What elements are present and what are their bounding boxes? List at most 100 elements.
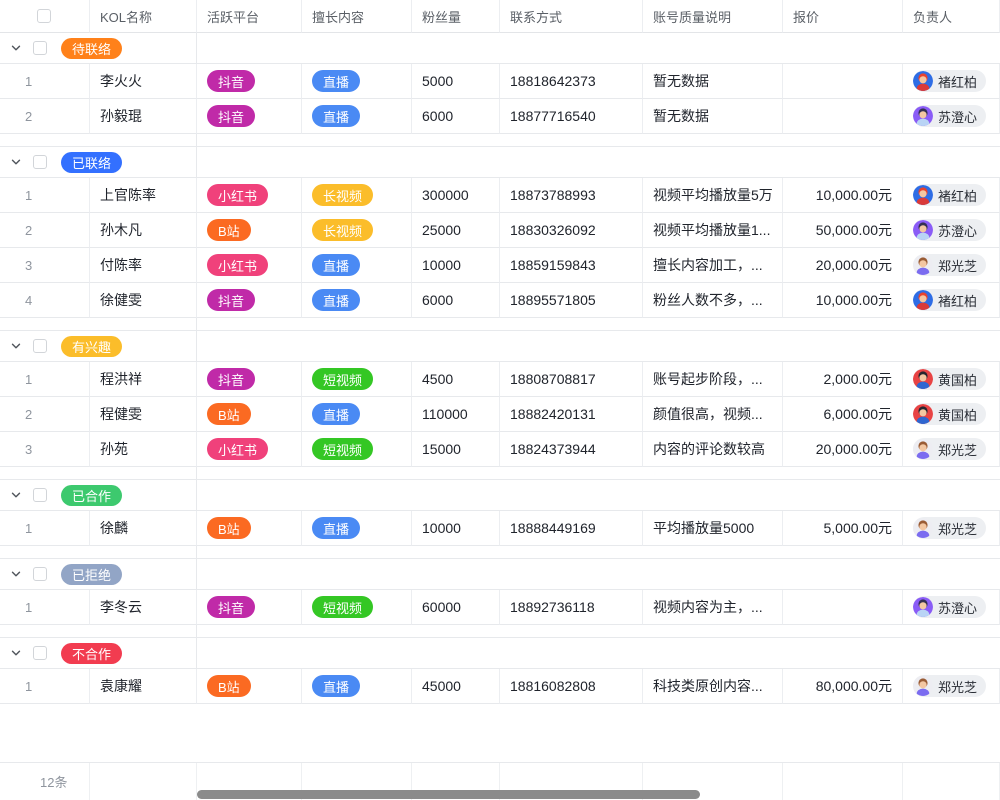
platform-cell[interactable]: B站 xyxy=(197,511,302,546)
contact-cell[interactable]: 18892736118 xyxy=(500,590,643,625)
owner-cell[interactable]: 黄国柏 xyxy=(903,397,1000,432)
quality-cell[interactable]: 内容的评论数较高 xyxy=(643,432,783,467)
content-cell[interactable]: 直播 xyxy=(302,397,412,432)
content-cell[interactable]: 长视频 xyxy=(302,213,412,248)
kol-name-cell[interactable]: 付陈率 xyxy=(90,248,197,283)
content-cell[interactable]: 直播 xyxy=(302,283,412,318)
fans-cell[interactable]: 4500 xyxy=(412,362,500,397)
column-header-contact[interactable]: 联系方式 xyxy=(500,0,643,33)
chevron-down-icon[interactable] xyxy=(8,156,24,168)
kol-name-cell[interactable]: 徐健雯 xyxy=(90,283,197,318)
price-cell[interactable] xyxy=(783,590,903,625)
owner-cell[interactable]: 褚红柏 xyxy=(903,283,1000,318)
contact-cell[interactable]: 18824373944 xyxy=(500,432,643,467)
owner-cell[interactable]: 褚红柏 xyxy=(903,178,1000,213)
chevron-down-icon[interactable] xyxy=(8,568,24,580)
fans-cell[interactable]: 10000 xyxy=(412,248,500,283)
column-header-fans[interactable]: 粉丝量 xyxy=(412,0,500,33)
contact-cell[interactable]: 18877716540 xyxy=(500,99,643,134)
fans-cell[interactable]: 25000 xyxy=(412,213,500,248)
quality-cell[interactable]: 粉丝人数不多，... xyxy=(643,283,783,318)
quality-cell[interactable]: 擅长内容加工，... xyxy=(643,248,783,283)
group-header-已拒绝[interactable]: 已拒绝 xyxy=(0,559,1000,590)
platform-cell[interactable]: 小红书 xyxy=(197,432,302,467)
price-cell[interactable] xyxy=(783,99,903,134)
quality-cell[interactable]: 颜值很高，视频... xyxy=(643,397,783,432)
content-cell[interactable]: 直播 xyxy=(302,248,412,283)
content-cell[interactable]: 短视频 xyxy=(302,590,412,625)
kol-name-cell[interactable]: 徐麟 xyxy=(90,511,197,546)
select-all-checkbox[interactable] xyxy=(37,9,51,23)
chevron-down-icon[interactable] xyxy=(8,340,24,352)
owner-cell[interactable]: 苏澄心 xyxy=(903,213,1000,248)
owner-cell[interactable]: 郑光芝 xyxy=(903,511,1000,546)
platform-cell[interactable]: 抖音 xyxy=(197,99,302,134)
kol-name-cell[interactable]: 程健雯 xyxy=(90,397,197,432)
fans-cell[interactable]: 110000 xyxy=(412,397,500,432)
contact-cell[interactable]: 18859159843 xyxy=(500,248,643,283)
contact-cell[interactable]: 18818642373 xyxy=(500,64,643,99)
platform-cell[interactable]: 抖音 xyxy=(197,590,302,625)
quality-cell[interactable]: 暂无数据 xyxy=(643,64,783,99)
column-header-kol-name[interactable]: KOL名称 xyxy=(90,0,197,33)
content-cell[interactable]: 直播 xyxy=(302,64,412,99)
column-header-owner[interactable]: 负责人 xyxy=(903,0,1000,33)
column-header-platform[interactable]: 活跃平台 xyxy=(197,0,302,33)
chevron-down-icon[interactable] xyxy=(8,647,24,659)
owner-cell[interactable]: 郑光芝 xyxy=(903,248,1000,283)
price-cell[interactable]: 2,000.00元 xyxy=(783,362,903,397)
price-cell[interactable]: 6,000.00元 xyxy=(783,397,903,432)
content-cell[interactable]: 直播 xyxy=(302,99,412,134)
horizontal-scrollbar[interactable] xyxy=(197,790,700,799)
price-cell[interactable]: 50,000.00元 xyxy=(783,213,903,248)
owner-cell[interactable]: 苏澄心 xyxy=(903,99,1000,134)
fans-cell[interactable]: 5000 xyxy=(412,64,500,99)
group-select-checkbox[interactable] xyxy=(33,155,47,169)
group-select-checkbox[interactable] xyxy=(33,41,47,55)
fans-cell[interactable]: 60000 xyxy=(412,590,500,625)
kol-name-cell[interactable]: 李冬云 xyxy=(90,590,197,625)
content-cell[interactable]: 直播 xyxy=(302,511,412,546)
content-cell[interactable]: 长视频 xyxy=(302,178,412,213)
kol-name-cell[interactable]: 孙木凡 xyxy=(90,213,197,248)
owner-cell[interactable]: 苏澄心 xyxy=(903,590,1000,625)
price-cell[interactable] xyxy=(783,64,903,99)
kol-name-cell[interactable]: 程洪祥 xyxy=(90,362,197,397)
platform-cell[interactable]: 抖音 xyxy=(197,64,302,99)
platform-cell[interactable]: 小红书 xyxy=(197,248,302,283)
group-select-checkbox[interactable] xyxy=(33,339,47,353)
price-cell[interactable]: 10,000.00元 xyxy=(783,283,903,318)
group-header-不合作[interactable]: 不合作 xyxy=(0,638,1000,669)
quality-cell[interactable]: 平均播放量5000 xyxy=(643,511,783,546)
contact-cell[interactable]: 18808708817 xyxy=(500,362,643,397)
quality-cell[interactable]: 视频内容为主，... xyxy=(643,590,783,625)
chevron-down-icon[interactable] xyxy=(8,42,24,54)
quality-cell[interactable]: 视频平均播放量1... xyxy=(643,213,783,248)
kol-name-cell[interactable]: 孙毅琨 xyxy=(90,99,197,134)
platform-cell[interactable]: 小红书 xyxy=(197,178,302,213)
price-cell[interactable]: 20,000.00元 xyxy=(783,248,903,283)
fans-cell[interactable]: 15000 xyxy=(412,432,500,467)
kol-name-cell[interactable]: 孙苑 xyxy=(90,432,197,467)
owner-cell[interactable]: 郑光芝 xyxy=(903,669,1000,704)
price-cell[interactable]: 80,000.00元 xyxy=(783,669,903,704)
kol-name-cell[interactable]: 袁康耀 xyxy=(90,669,197,704)
platform-cell[interactable]: 抖音 xyxy=(197,362,302,397)
contact-cell[interactable]: 18882420131 xyxy=(500,397,643,432)
contact-cell[interactable]: 18873788993 xyxy=(500,178,643,213)
platform-cell[interactable]: B站 xyxy=(197,669,302,704)
platform-cell[interactable]: B站 xyxy=(197,397,302,432)
content-cell[interactable]: 短视频 xyxy=(302,432,412,467)
group-header-已联络[interactable]: 已联络 xyxy=(0,147,1000,178)
price-cell[interactable]: 10,000.00元 xyxy=(783,178,903,213)
owner-cell[interactable]: 郑光芝 xyxy=(903,432,1000,467)
fans-cell[interactable]: 300000 xyxy=(412,178,500,213)
price-cell[interactable]: 20,000.00元 xyxy=(783,432,903,467)
group-header-待联络[interactable]: 待联络 xyxy=(0,33,1000,64)
column-header-quality[interactable]: 账号质量说明 xyxy=(643,0,783,33)
platform-cell[interactable]: B站 xyxy=(197,213,302,248)
group-select-checkbox[interactable] xyxy=(33,488,47,502)
contact-cell[interactable]: 18816082808 xyxy=(500,669,643,704)
quality-cell[interactable]: 视频平均播放量5万 xyxy=(643,178,783,213)
column-header-price[interactable]: 报价 xyxy=(783,0,903,33)
